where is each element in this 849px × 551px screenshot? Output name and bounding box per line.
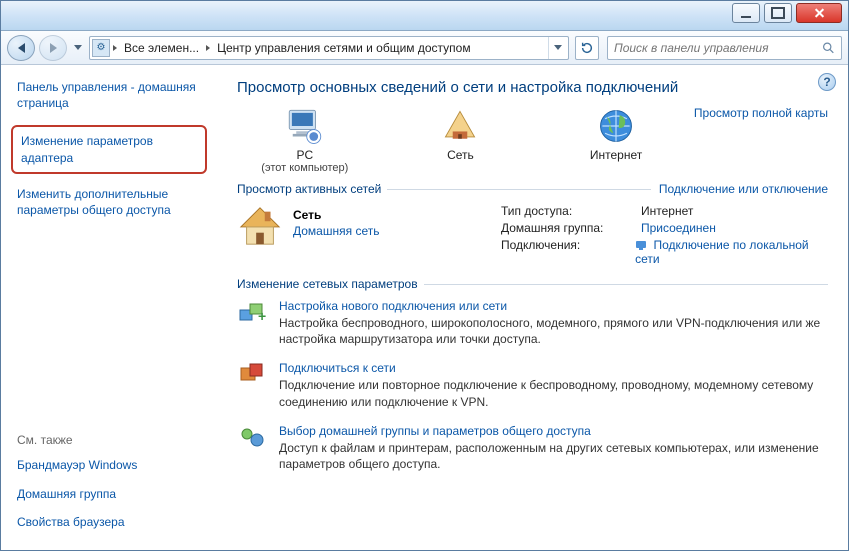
group-change-settings: Изменение сетевых параметров: [237, 277, 828, 291]
group-active-networks: Просмотр активных сетей Подключение или …: [237, 182, 828, 196]
refresh-button[interactable]: [575, 36, 599, 60]
network-map: PC (этот компьютер) Сеть: [237, 106, 828, 174]
connect-disconnect-link[interactable]: Подключение или отключение: [659, 182, 828, 196]
svg-text:+: +: [258, 308, 266, 324]
prop-value-access: Интернет: [641, 204, 693, 218]
address-bar[interactable]: ⚙ Все элемен... Центр управления сетями …: [89, 36, 569, 60]
task-link[interactable]: Выбор домашней группы и параметров общег…: [279, 424, 828, 438]
search-input[interactable]: [614, 41, 818, 55]
sidebar-home-link[interactable]: Панель управления - домашняя страница: [17, 79, 209, 111]
breadcrumb-item[interactable]: Все элемен...: [120, 41, 203, 55]
task-homegroup-sharing: Выбор домашней группы и параметров общег…: [237, 424, 828, 472]
homegroup-icon: [237, 424, 267, 452]
close-button[interactable]: [796, 3, 842, 23]
network-identity: Сеть Домашняя сеть: [237, 204, 487, 269]
content-body: Панель управления - домашняя страница Из…: [1, 65, 848, 551]
task-desc: Подключение или повторное подключение к …: [279, 377, 828, 409]
maximize-button[interactable]: [764, 3, 792, 23]
minimize-button[interactable]: [732, 3, 760, 23]
task-link[interactable]: Подключиться к сети: [279, 361, 828, 375]
breadcrumb-item[interactable]: Центр управления сетями и общим доступом: [213, 41, 475, 55]
network-icon: [440, 106, 480, 146]
sidebar-homegroup-link[interactable]: Домашняя группа: [17, 486, 209, 502]
task-list: + Настройка нового подключения или сети …: [237, 299, 828, 472]
breadcrumb-sep-icon: [206, 45, 210, 51]
pc-icon: [284, 106, 326, 146]
view-full-map-link[interactable]: Просмотр полной карты: [694, 106, 828, 120]
task-desc: Настройка беспроводного, широкополосного…: [279, 315, 828, 347]
arrow-right-icon: [50, 43, 57, 53]
titlebar: [1, 1, 848, 31]
map-node-network[interactable]: Сеть: [393, 106, 529, 162]
map-node-label: Сеть: [447, 148, 474, 162]
task-new-connection: + Настройка нового подключения или сети …: [237, 299, 828, 347]
sidebar-sharing-settings[interactable]: Изменить дополнительные параметры общего…: [17, 186, 209, 218]
task-link[interactable]: Настройка нового подключения или сети: [279, 299, 828, 313]
see-also-header: См. также: [17, 433, 209, 447]
sidebar-adapter-settings[interactable]: Изменение параметров адаптера: [11, 125, 207, 173]
network-name: Сеть: [293, 208, 379, 222]
sidebar-browser-link[interactable]: Свойства браузера: [17, 514, 209, 530]
sidebar-firewall-link[interactable]: Брандмауэр Windows: [17, 457, 209, 473]
back-button[interactable]: [7, 35, 35, 61]
prop-label-access: Тип доступа:: [501, 204, 641, 218]
address-dropdown[interactable]: [548, 37, 566, 59]
house-icon: [237, 204, 283, 248]
active-network-row: Сеть Домашняя сеть Тип доступа: Интернет…: [237, 204, 828, 269]
refresh-icon: [580, 41, 594, 55]
sidebar: Панель управления - домашняя страница Из…: [1, 65, 219, 551]
map-node-internet[interactable]: Интернет: [548, 106, 684, 162]
homegroup-status-link[interactable]: Присоединен: [641, 221, 716, 235]
search-box[interactable]: [607, 36, 842, 60]
window: ⚙ Все элемен... Центр управления сетями …: [0, 0, 849, 551]
group-title: Просмотр активных сетей: [237, 182, 381, 196]
search-icon: [822, 41, 835, 55]
page-heading: Просмотр основных сведений о сети и наст…: [237, 79, 828, 96]
new-connection-icon: +: [237, 299, 267, 327]
group-title: Изменение сетевых параметров: [237, 277, 418, 291]
chevron-down-icon: [554, 45, 562, 50]
navbar: ⚙ Все элемен... Центр управления сетями …: [1, 31, 848, 65]
ethernet-icon: [635, 239, 647, 251]
task-connect-network: Подключиться к сети Подключение или повт…: [237, 361, 828, 409]
map-node-pc[interactable]: PC (этот компьютер): [237, 106, 373, 174]
forward-button[interactable]: [39, 35, 67, 61]
network-type-link[interactable]: Домашняя сеть: [293, 224, 379, 238]
prop-label-connections: Подключения:: [501, 238, 635, 266]
network-properties: Тип доступа: Интернет Домашняя группа: П…: [501, 204, 828, 269]
prop-label-homegroup: Домашняя группа:: [501, 221, 641, 235]
connection-link[interactable]: Подключение по локальной сети: [635, 238, 809, 266]
breadcrumb-sep-icon: [113, 45, 117, 51]
help-icon[interactable]: ?: [818, 73, 836, 91]
connect-network-icon: [237, 361, 267, 389]
main-panel: ? Просмотр основных сведений о сети и на…: [219, 65, 848, 551]
map-node-label: PC: [296, 148, 313, 162]
nav-history-dropdown[interactable]: [71, 35, 85, 61]
map-node-label: Интернет: [590, 148, 642, 162]
globe-icon: [596, 106, 636, 146]
control-panel-icon: ⚙: [92, 39, 110, 57]
arrow-left-icon: [18, 43, 25, 53]
map-node-sub: (этот компьютер): [261, 162, 348, 174]
task-desc: Доступ к файлам и принтерам, расположенн…: [279, 440, 828, 472]
chevron-down-icon: [74, 45, 82, 50]
